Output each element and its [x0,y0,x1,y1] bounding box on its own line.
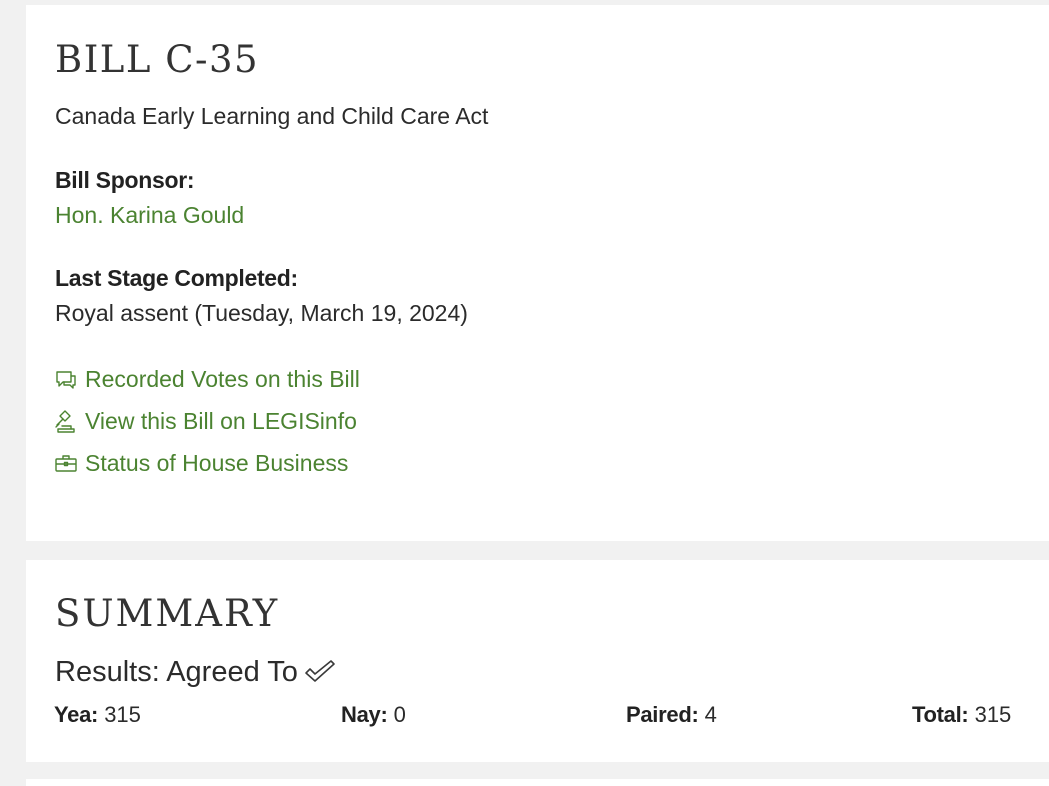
yea-label: Yea: [54,702,99,727]
total-value: 315 [974,702,1012,727]
legisinfo-label: View this Bill on LEGISinfo [85,408,357,434]
total-label: Total: [912,702,969,727]
next-card [26,779,1049,786]
recorded-votes-link[interactable]: Recorded Votes on this Bill [54,366,360,393]
house-business-link[interactable]: Status of House Business [54,450,348,477]
nay-value: 0 [393,702,406,727]
paired-value: 4 [704,702,717,727]
legisinfo-link[interactable]: View this Bill on LEGISinfo [54,408,357,435]
bill-sponsor-link[interactable]: Hon. Karina Gould [55,202,244,228]
bill-sponsor-label: Bill Sponsor: [55,167,195,193]
chat-icon [54,368,78,392]
bill-sponsor-value: Hon. Karina Gould [55,202,244,229]
yea-value: 315 [104,702,141,727]
yea-count: Yea: 315 [54,702,141,728]
total-count: Total: 315 [912,702,1011,728]
gavel-icon [54,409,78,434]
last-stage-value: Royal assent (Tuesday, March 19, 2024) [55,300,468,326]
vote-results-text: Results: Agreed To [55,656,298,688]
nay-label: Nay: [341,702,388,727]
bill-title: BILL C-35 [55,38,260,81]
checkmark-icon [304,659,336,687]
house-business-label: Status of House Business [85,450,349,476]
recorded-votes-label: Recorded Votes on this Bill [85,366,360,392]
bill-card: BILL C-35 Canada Early Learning and Chil… [26,5,1049,541]
last-stage-label: Last Stage Completed: [55,265,298,291]
paired-count: Paired: 4 [626,702,717,728]
nay-count: Nay: 0 [341,702,406,728]
summary-card: SUMMARY Results: Agreed To Yea: 315 Nay:… [26,560,1049,762]
briefcase-icon [54,452,78,476]
summary-title: SUMMARY [55,592,280,635]
bill-subtitle: Canada Early Learning and Child Care Act [55,103,489,129]
paired-label: Paired: [626,702,699,727]
vote-results: Results: Agreed To [55,656,336,689]
